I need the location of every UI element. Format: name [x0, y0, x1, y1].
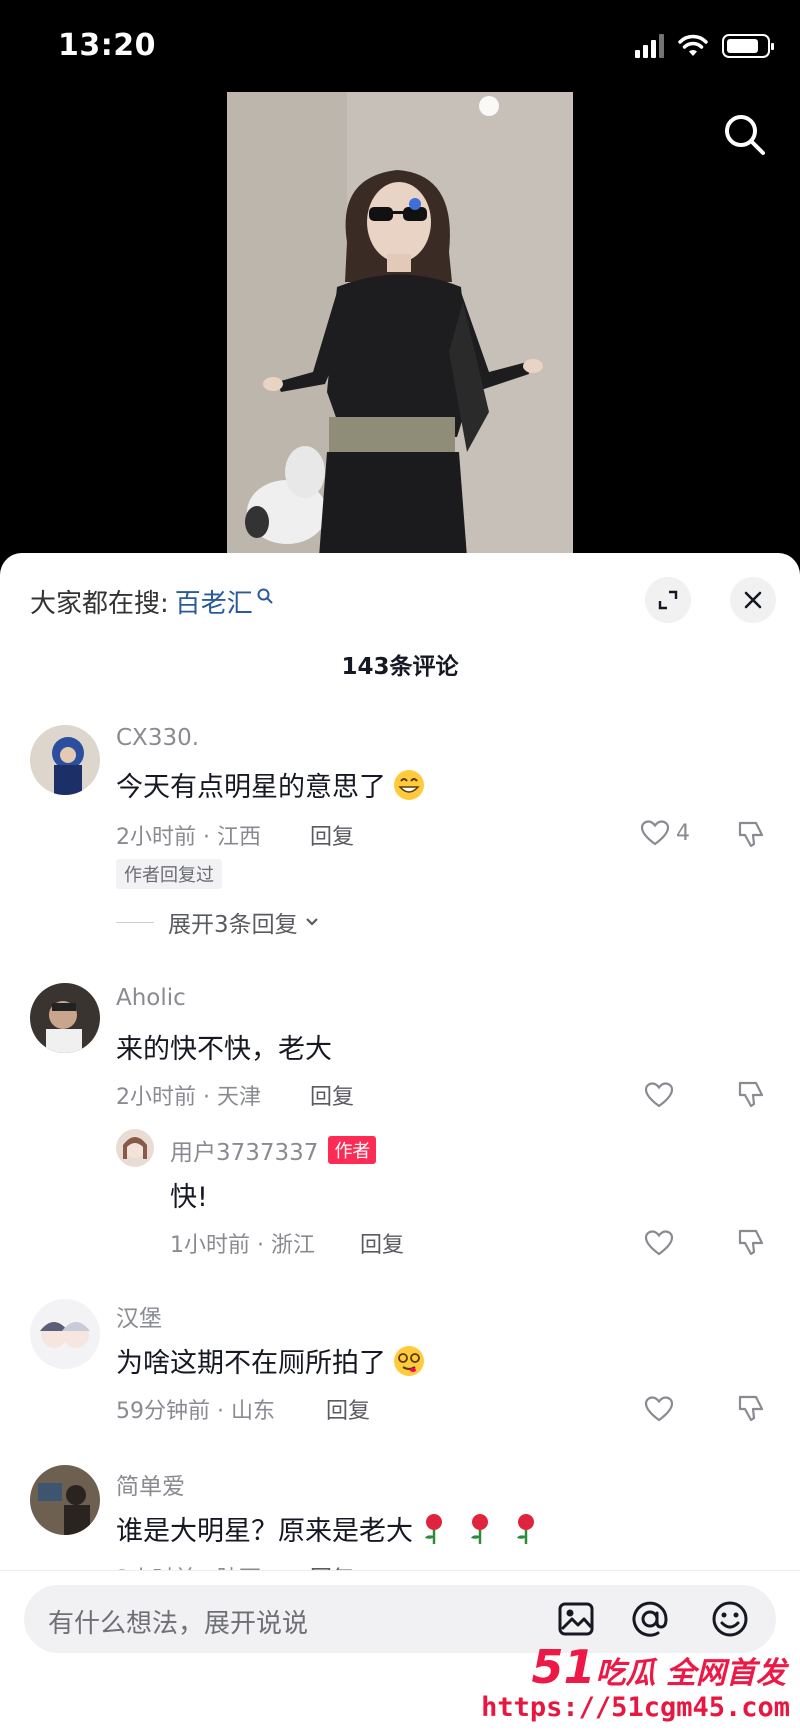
dislike-icon[interactable] [736, 1227, 766, 1257]
reply-button[interactable]: 回复 [326, 1393, 370, 1425]
avatar-image [30, 725, 100, 795]
reply-button[interactable]: 回复 [360, 1227, 404, 1259]
trending-search-hint[interactable]: 大家都在搜: 百老汇 [30, 583, 273, 620]
reply-text: 快! [170, 1182, 208, 1213]
trending-search-keyword[interactable]: 百老汇 [175, 583, 253, 620]
avatar-image [30, 1299, 100, 1369]
expand-icon [658, 590, 678, 610]
comment-meta: 2小时前 · 天津 [116, 1085, 261, 1110]
reply-username-label: 用户3737337 [170, 1140, 319, 1166]
like-button[interactable]: 4 [640, 819, 690, 847]
expand-replies-label: 展开3条回复 [168, 912, 298, 938]
watermark-brand-text: 吃瓜 全网首发 [595, 1656, 786, 1691]
rose-emoji-icon [471, 1513, 488, 1544]
status-bar: 13:20 [0, 0, 800, 92]
reply-username[interactable]: 用户3737337 作者 [170, 1133, 377, 1167]
author-replied-badge: 作者回复过 [116, 859, 222, 889]
search-icon[interactable] [722, 112, 768, 158]
comment-username[interactable]: 简单爱 [116, 1467, 185, 1501]
cellular-signal-icon [635, 34, 664, 58]
watermark-brand: 51吃瓜 全网首发 [532, 1640, 786, 1694]
rose-emoji-icon [517, 1513, 534, 1544]
reply-button[interactable]: 回复 [310, 819, 354, 851]
dislike-icon[interactable] [736, 1079, 766, 1109]
emoji-icon[interactable] [710, 1599, 750, 1639]
close-icon [744, 591, 762, 609]
avatar[interactable] [30, 983, 100, 1053]
comment-text: 来的快不快，老大 [116, 1034, 332, 1065]
mention-icon[interactable] [630, 1599, 670, 1639]
expand-panel-button[interactable] [645, 577, 691, 623]
comment-text: 谁是大明星？原来是老大 [116, 1509, 541, 1548]
avatar[interactable] [30, 1299, 100, 1369]
status-icons [635, 34, 774, 58]
heart-icon[interactable] [644, 1229, 674, 1257]
dislike-icon[interactable] [736, 819, 766, 849]
avatar-image [30, 983, 100, 1053]
trending-search-prefix: 大家都在搜: [30, 589, 169, 619]
chevron-down-icon [305, 918, 318, 926]
search-small-icon [257, 588, 273, 603]
divider [116, 921, 154, 923]
comment-username[interactable]: CX330. [116, 725, 199, 751]
comment-username[interactable]: 汉堡 [116, 1299, 162, 1333]
heart-icon [640, 820, 670, 846]
expand-replies-button[interactable]: 展开3条回复 [116, 905, 322, 939]
comment-panel: 大家都在搜: 百老汇 143条评论 CX330. 今天有点明星的意思了 2小时前… [0, 553, 800, 1731]
rose-emoji-icon [425, 1513, 442, 1544]
comment-text-content: 谁是大明星？原来是老大 [116, 1516, 413, 1547]
reply-button[interactable]: 回复 [310, 1079, 354, 1111]
avatar[interactable] [30, 1465, 100, 1535]
close-panel-button[interactable] [730, 577, 776, 623]
heart-icon[interactable] [644, 1081, 674, 1109]
comment-input-placeholder: 有什么想法，展开说说 [48, 1609, 309, 1639]
comment-meta: 59分钟前 · 山东 [116, 1399, 275, 1424]
battery-icon [722, 34, 774, 58]
like-count: 4 [676, 820, 690, 846]
dislike-icon[interactable] [736, 1393, 766, 1423]
wifi-icon [678, 34, 708, 56]
comment-text: 为啥这期不在厕所拍了 [116, 1341, 426, 1380]
comment-username[interactable]: Aholic [116, 985, 186, 1011]
comment-count: 143条评论 [341, 654, 459, 680]
video-frame[interactable] [227, 92, 573, 557]
author-badge: 作者 [328, 1136, 377, 1164]
video-player[interactable] [0, 92, 800, 557]
watermark-brand-number: 51 [531, 1640, 596, 1694]
comment-text: 今天有点明星的意思了 [116, 765, 426, 804]
watermark: 51吃瓜 全网首发 https://51cgm45.com [481, 1640, 796, 1730]
comment-text-content: 为啥这期不在厕所拍了 [116, 1348, 386, 1379]
avatar-image [116, 1129, 154, 1167]
grin-emoji-icon [394, 769, 424, 800]
avatar-image [30, 1465, 100, 1535]
heart-icon[interactable] [644, 1395, 674, 1423]
avatar[interactable] [30, 725, 100, 795]
avatar[interactable] [116, 1129, 154, 1167]
reply-meta: 1小时前 · 浙江 [170, 1233, 315, 1258]
comment-text-content: 今天有点明星的意思了 [116, 772, 386, 803]
image-icon[interactable] [556, 1599, 596, 1639]
status-time: 13:20 [58, 28, 156, 63]
watermark-url: https://51cgm45.com [481, 1692, 790, 1723]
video-person-image [227, 92, 573, 557]
comment-meta: 2小时前 · 江西 [116, 825, 261, 850]
dizzy-emoji-icon [394, 1345, 424, 1376]
